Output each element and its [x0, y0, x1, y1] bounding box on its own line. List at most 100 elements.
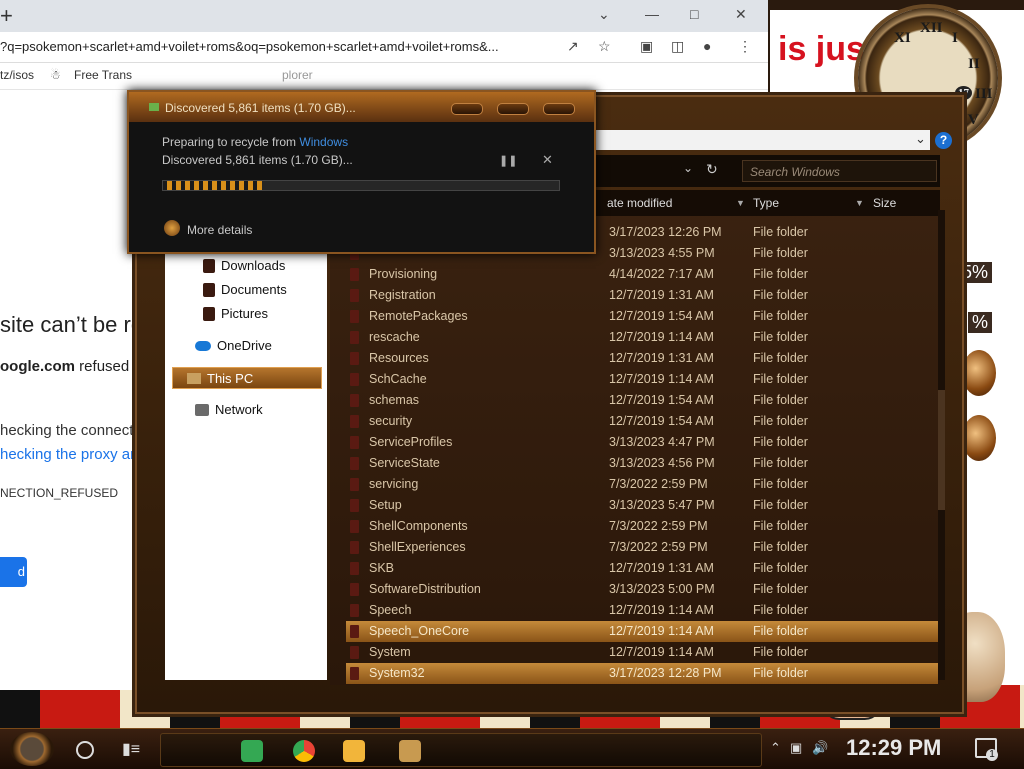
start-button[interactable] [10, 732, 54, 766]
minimize-button[interactable] [451, 103, 483, 115]
bookmark-item[interactable]: Free Trans [74, 68, 132, 82]
more-details-button[interactable]: More details [187, 223, 252, 237]
recycle-progress-dialog: Discovered 5,861 items (1.70 GB)... Prep… [127, 90, 596, 254]
chevron-down-icon[interactable]: ▼ [736, 198, 745, 208]
table-row[interactable]: Provisioning 4/14/2022 7:17 AM File folder [346, 264, 938, 285]
file-type: File folder [753, 582, 808, 596]
extensions-icon[interactable]: ▣ [640, 38, 653, 55]
nav-item-this-pc[interactable]: This PC [172, 367, 322, 389]
table-row[interactable]: SoftwareDistribution 3/13/2023 5:00 PM Fil… [346, 579, 938, 600]
address-dropdown-icon[interactable]: ⌄ [683, 161, 693, 175]
table-row[interactable]: SchCache 12/7/2019 1:14 AM File folder [346, 369, 938, 390]
scrollbar-thumb[interactable] [938, 390, 945, 510]
table-row[interactable]: rescache 12/7/2019 1:14 AM File folder [346, 327, 938, 348]
column-header-type[interactable]: Type [753, 196, 779, 210]
table-row[interactable]: servicing 7/3/2022 2:59 PM File folder [346, 474, 938, 495]
folder-icon [350, 583, 359, 596]
game-app-icon[interactable] [399, 740, 421, 762]
nav-item-pictures[interactable]: Pictures [203, 306, 268, 321]
table-row[interactable]: Setup 3/13/2023 5:47 PM File folder [346, 495, 938, 516]
show-hidden-icons-icon[interactable]: ⌃ [770, 740, 781, 756]
widget-knob[interactable] [962, 415, 996, 461]
window-title-fragment: plorer [282, 68, 313, 82]
file-type: File folder [753, 225, 808, 239]
table-row[interactable]: ServiceState 3/13/2023 4:56 PM File folder [346, 453, 938, 474]
table-row[interactable]: ShellComponents 7/3/2022 2:59 PM File fold… [346, 516, 938, 537]
file-type: File folder [753, 477, 808, 491]
search-icon[interactable] [76, 741, 94, 759]
dialog-status-text: Preparing to recycle from [162, 135, 300, 149]
source-folder-link[interactable]: Windows [299, 135, 348, 149]
maximize-icon[interactable]: □ [690, 6, 698, 22]
column-header-date[interactable]: ate modified [607, 196, 672, 210]
maximize-button[interactable] [497, 103, 529, 115]
url-text[interactable]: ?q=psokemon+scarlet+amd+voilet+roms&oq=p… [0, 39, 499, 54]
dialog-count-line: Discovered 5,861 items (1.70 GB)... [162, 153, 353, 167]
close-button[interactable] [543, 103, 575, 115]
nav-item-downloads[interactable]: Downloads [203, 258, 285, 273]
file-date: 12/7/2019 1:54 AM [609, 309, 714, 323]
table-row[interactable]: security 12/7/2019 1:54 AM File folder [346, 411, 938, 432]
nav-item-network[interactable]: Network [195, 402, 263, 417]
dialog-titlebar: Discovered 5,861 items (1.70 GB)... [129, 92, 594, 122]
menu-icon[interactable]: ⋮ [738, 38, 752, 55]
folder-icon [350, 520, 359, 533]
error-suggestion-link[interactable]: hecking the proxy an [0, 446, 138, 463]
taskbar-apps [160, 733, 762, 767]
star-icon[interactable]: ☆ [598, 38, 611, 55]
file-date: 12/7/2019 1:14 AM [609, 330, 714, 344]
network-status-icon[interactable]: ▣ [790, 740, 802, 756]
file-date: 12/7/2019 1:14 AM [609, 645, 714, 659]
pictures-icon [203, 306, 215, 321]
nav-item-documents[interactable]: Documents [203, 282, 287, 297]
table-row[interactable]: SKB 12/7/2019 1:31 AM File folder [346, 558, 938, 579]
browser-address-bar[interactable]: ?q=psokemon+scarlet+amd+voilet+roms&oq=p… [0, 32, 768, 63]
tab-search-icon[interactable]: ⌄ [598, 6, 610, 23]
table-row[interactable]: ServiceProfiles 3/13/2023 4:47 PM File fol… [346, 432, 938, 453]
chevron-down-icon[interactable]: ⌄ [915, 131, 926, 147]
expand-details-icon[interactable] [164, 220, 180, 236]
nav-item-label: Documents [221, 282, 287, 297]
sheets-app-icon[interactable] [241, 740, 263, 762]
sidebar-icon[interactable]: ◫ [671, 38, 684, 55]
file-type: File folder [753, 666, 808, 680]
error-title: site can’t be re [0, 312, 144, 337]
chevron-down-icon[interactable]: ▼ [855, 198, 864, 208]
search-input[interactable]: Search Windows [742, 160, 937, 182]
file-name: Setup [369, 498, 402, 512]
file-name: ServiceState [369, 456, 440, 470]
reload-button[interactable]: d [0, 557, 27, 587]
table-row[interactable]: System32 3/17/2023 12:28 PM File folder [346, 663, 938, 684]
table-row[interactable]: Speech 12/7/2019 1:14 AM File folder [346, 600, 938, 621]
nav-item-label: Downloads [221, 258, 286, 273]
bookmark-item[interactable]: tz/isos [0, 68, 34, 82]
minimize-icon[interactable]: — [645, 6, 659, 22]
volume-icon[interactable]: 🔊 [812, 740, 828, 756]
help-icon[interactable]: ? [935, 132, 952, 149]
table-row[interactable]: Resources 12/7/2019 1:31 AM File folder [346, 348, 938, 369]
clock-time[interactable]: 12:29 PM [846, 735, 941, 761]
refresh-icon[interactable]: ↻ [706, 161, 718, 178]
table-row[interactable]: RemotePackages 12/7/2019 1:54 AM File fold… [346, 306, 938, 327]
new-tab-button[interactable]: + [0, 3, 13, 29]
task-view-icon[interactable]: ▮≡ [122, 739, 140, 759]
share-icon[interactable]: ↗ [567, 38, 579, 55]
close-icon[interactable]: ✕ [735, 6, 747, 23]
table-row[interactable]: schemas 12/7/2019 1:54 AM File folder [346, 390, 938, 411]
chrome-app-icon[interactable] [293, 740, 315, 762]
profile-icon[interactable]: ● [703, 38, 711, 54]
file-explorer-app-icon[interactable] [343, 740, 365, 762]
nav-item-onedrive[interactable]: OneDrive [195, 338, 272, 353]
table-row[interactable]: ShellExperiences 7/3/2022 2:59 PM File fol… [346, 537, 938, 558]
column-header-size[interactable]: Size [873, 196, 896, 210]
widget-knob[interactable] [962, 350, 996, 396]
file-name: security [369, 414, 413, 428]
file-name: Provisioning [369, 267, 438, 281]
close-icon[interactable]: ✕ [542, 152, 553, 168]
file-type: File folder [753, 309, 808, 323]
table-row[interactable]: Registration 12/7/2019 1:31 AM File folder [346, 285, 938, 306]
table-row[interactable]: System 12/7/2019 1:14 AM File folder [346, 642, 938, 663]
folder-icon [350, 604, 359, 617]
pause-icon[interactable]: ❚❚ [499, 154, 517, 167]
table-row[interactable]: Speech_OneCore 12/7/2019 1:14 AM File fold… [346, 621, 938, 642]
